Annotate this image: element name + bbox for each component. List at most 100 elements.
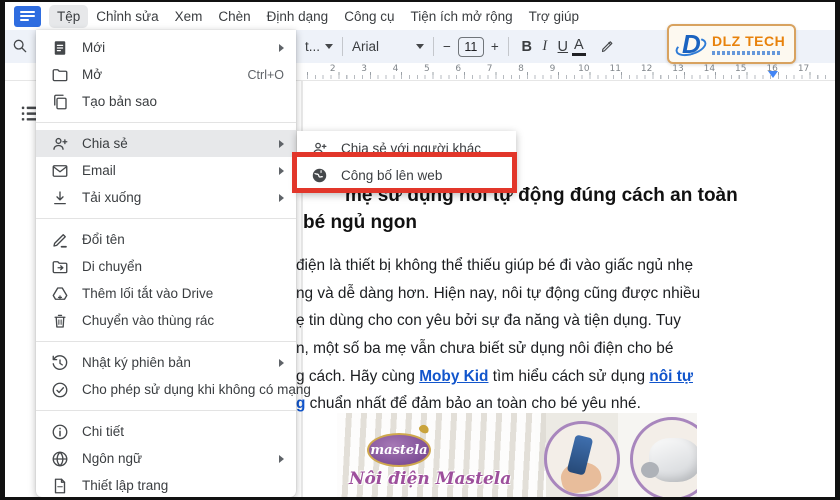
rename-pencil-icon [51,231,69,249]
menu-item-email[interactable]: Email [36,157,296,184]
menu-divider [36,341,296,342]
frame-border [0,0,840,2]
menu-item-open[interactable]: Mở Ctrl+O [36,61,296,88]
menu-tools[interactable]: Công cụ [336,5,402,28]
menu-divider [36,410,296,411]
offline-check-icon [51,381,69,399]
text-color-button[interactable]: A [572,38,586,56]
google-docs-window: Tệp Chỉnh sửa Xem Chèn Định dạng Công cụ… [0,0,840,500]
menu-item-make-copy[interactable]: Tạo bản sao [36,88,296,115]
menu-extensions[interactable]: Tiện ích mở rộng [403,5,521,28]
menu-item-language[interactable]: Ngôn ngữ [36,445,296,472]
menu-item-label: Email [82,163,116,178]
menu-item-page-setup[interactable]: Thiết lập trang [36,472,296,499]
doc-body-line: n, một số ba mẹ vẫn chưa biết sử dụng nô… [296,340,673,358]
menu-item-share[interactable]: Chia sẻ [36,130,296,157]
submenu-item-label: Công bố lên web [341,168,442,183]
doc-body-line: g chuẩn nhất để đảm bảo an toàn cho bé y… [296,395,641,413]
dlz-tech-watermark: D DLZ TECH [667,24,796,64]
menu-item-label: Cho phép sử dụng khi không có mạng [82,382,311,397]
info-icon [51,423,69,441]
menu-item-download[interactable]: Tải xuống [36,184,296,211]
menu-item-add-shortcut-drive[interactable]: Thêm lối tắt vào Drive [36,280,296,307]
download-icon [51,189,69,207]
menu-item-label: Thiết lập trang [82,478,168,493]
copy-icon [51,93,69,111]
chevron-right-icon [279,140,284,148]
menu-edit[interactable]: Chỉnh sửa [88,5,166,28]
menu-item-label: Thêm lối tắt vào Drive [82,286,213,301]
font-name-label: Arial [352,39,379,54]
submenu-item-share-with-others[interactable]: Chia sẻ với người khác [297,135,516,162]
menu-view[interactable]: Xem [167,5,211,28]
chevron-down-icon [325,44,333,49]
shortcut-label: Ctrl+O [248,68,284,82]
motor-knob-shape [641,462,659,478]
share-submenu: Chia sẻ với người khác Công bố lên web [297,131,516,193]
menu-item-label: Chuyển vào thùng rác [82,313,214,328]
chevron-down-icon [416,44,424,49]
doc-body-line: ng và dễ dàng hơn. Hiện nay, nôi tự động… [296,285,700,303]
search-icon[interactable] [12,38,28,54]
doc-heading-line2: bé ngủ ngon [303,212,417,234]
menu-item-new[interactable]: Mới [36,34,296,61]
styles-dropdown[interactable]: t... [305,39,333,54]
menu-item-label: Chi tiết [82,424,124,439]
submenu-item-publish-to-web[interactable]: Công bố lên web [297,162,516,189]
person-add-icon [51,135,69,153]
folder-open-icon [51,66,69,84]
mastela-logo: mastela [367,433,431,467]
menu-item-offline[interactable]: Cho phép sử dụng khi không có mạng [36,376,296,403]
ruler-numbers: 234567891011121314151617 [317,64,819,74]
noi-tu-dong-link[interactable]: g [296,395,305,412]
menu-help[interactable]: Trợ giúp [521,5,587,28]
chevron-right-icon [279,167,284,175]
doc-body-line: ẹ tin dùng cho con yêu bởi sự đa năng và… [296,312,681,330]
chevron-right-icon [279,44,284,52]
font-size-increase-button[interactable]: + [491,39,499,54]
public-globe-icon [310,167,328,185]
doc-body-line: g cách. Hãy cùng Moby Kid tìm hiểu cách … [296,368,693,386]
menu-item-label: Mở [82,67,102,82]
ruler-minor-ticks [307,75,829,79]
image-caption: Nôi điện Mastela [349,469,511,489]
trash-icon [51,312,69,330]
menu-format[interactable]: Định dạng [259,5,337,28]
toolbar-divider [342,37,343,56]
bold-button[interactable]: B [518,39,536,55]
toolbar-divider [433,37,434,56]
email-icon [51,162,69,180]
highlight-pen-icon[interactable] [600,39,615,54]
menu-item-label: Tạo bản sao [82,94,157,109]
menu-divider [36,122,296,123]
menu-item-rename[interactable]: Đổi tên [36,226,296,253]
menu-item-move[interactable]: Di chuyển [36,253,296,280]
menu-item-details[interactable]: Chi tiết [36,418,296,445]
globe-icon [51,450,69,468]
cradle-product-image[interactable]: mastela Nôi điện Mastela [337,413,697,497]
italic-button[interactable]: I [536,38,554,55]
dlz-logo-icon: D [675,28,709,60]
frame-border [835,0,840,500]
noi-tu-dong-link[interactable]: nôi tự [649,368,693,385]
move-folder-icon [51,258,69,276]
menu-file[interactable]: Tệp [49,5,88,28]
moby-kid-link[interactable]: Moby Kid [419,368,488,385]
motor-unit-circle [630,417,697,497]
font-size-input[interactable]: 11 [458,37,484,57]
version-history-icon [51,354,69,372]
font-dropdown[interactable]: Arial [352,39,424,54]
person-add-icon [310,140,328,158]
menu-divider [36,218,296,219]
drive-shortcut-icon [51,285,69,303]
font-size-decrease-button[interactable]: − [443,39,451,54]
google-docs-icon[interactable] [14,6,41,27]
underline-button[interactable]: U [554,39,572,55]
menu-insert[interactable]: Chèn [210,5,258,28]
menu-item-move-to-trash[interactable]: Chuyển vào thùng rác [36,307,296,334]
menu-item-version-history[interactable]: Nhật ký phiên bản [36,349,296,376]
menu-item-label: Di chuyển [82,259,142,274]
right-indent-marker[interactable] [768,71,778,78]
chevron-right-icon [279,359,284,367]
dlz-brand-name: DLZ TECH [712,33,785,49]
